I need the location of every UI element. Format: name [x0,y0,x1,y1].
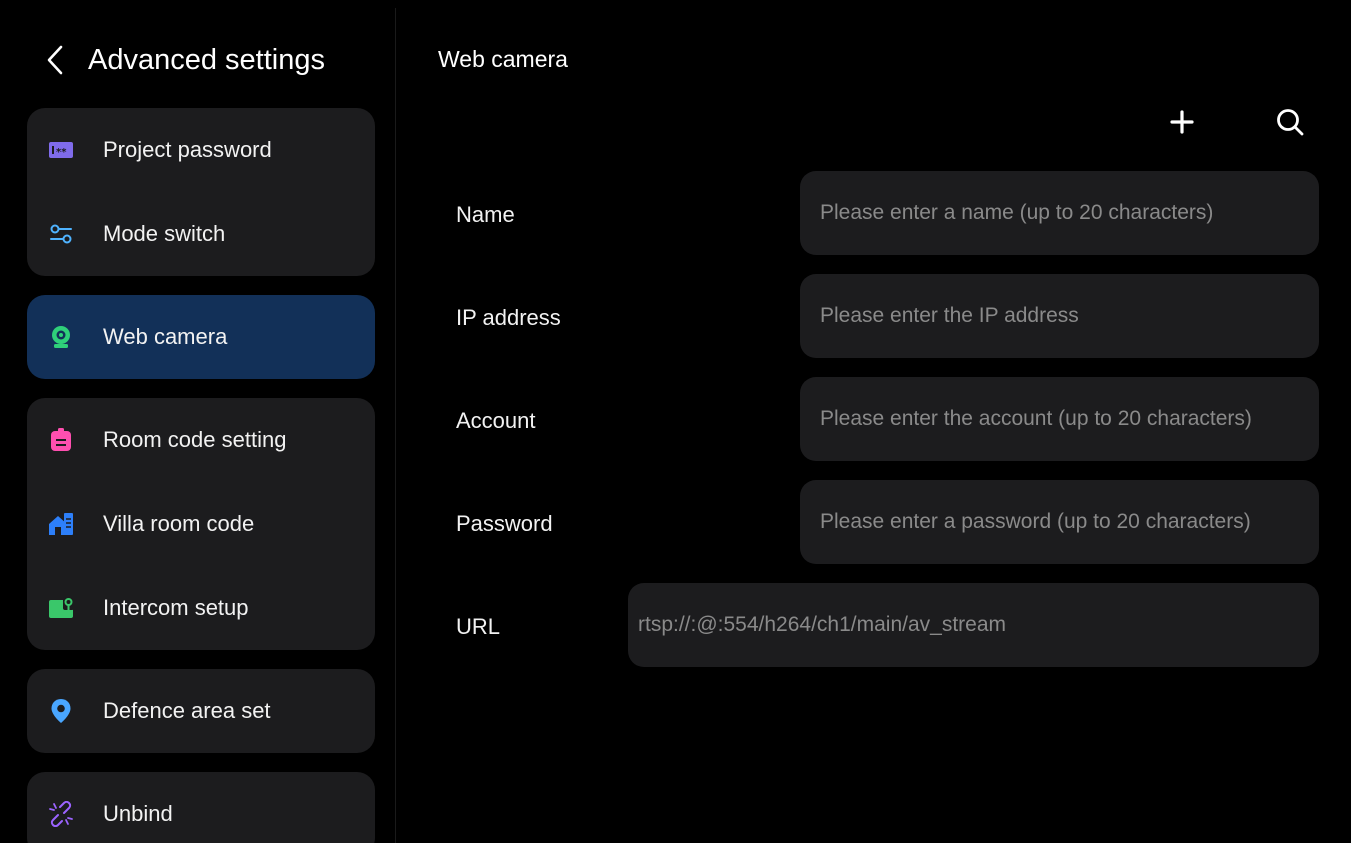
sidebar-item-project-password[interactable]: ** Project password [27,118,375,182]
sidebar-item-defence-area-set[interactable]: Defence area set [27,679,375,743]
ip-address-label: IP address [456,305,561,330]
intercom-icon [48,595,74,621]
sidebar-item-label: Villa room code [103,511,255,536]
svg-text:**: ** [56,147,67,158]
sidebar-item-unbind[interactable]: Unbind [27,782,375,843]
unlink-icon [48,801,74,827]
password-label: Password [456,511,553,536]
url-input[interactable] [628,583,1319,667]
sliders-icon [48,221,74,247]
sidebar-item-label: Unbind [103,801,173,826]
search-icon [1277,109,1304,136]
ip-address-input[interactable] [800,274,1319,358]
url-label: URL [456,614,501,639]
sidebar-item-room-code-setting[interactable]: Room code setting [27,408,375,472]
sidebar-item-label: Room code setting [103,427,287,452]
plus-icon [1170,110,1194,134]
location-pin-icon [48,698,74,724]
sidebar-header: Advanced settings [8,8,395,108]
main-panel: Web camera Name IP address Account Passw… [396,8,1351,843]
settings-group-unbind: Unbind [27,772,375,843]
settings-group-camera: Web camera [27,295,375,379]
page-title: Advanced settings [88,44,325,76]
chevron-left-icon [47,45,63,75]
app-frame: Advanced settings ** Project password Mo… [8,8,1351,843]
sidebar: Advanced settings ** Project password Mo… [8,8,396,843]
name-input[interactable] [800,171,1319,255]
sidebar-item-mode-switch[interactable]: Mode switch [27,202,375,266]
webcam-icon [48,324,74,350]
account-label: Account [456,408,536,433]
back-button[interactable] [40,40,70,80]
account-input[interactable] [800,377,1319,461]
sidebar-item-label: Mode switch [103,221,226,246]
section-title: Web camera [438,46,568,72]
clipboard-icon [48,427,74,453]
password-icon: ** [48,137,74,163]
password-input[interactable] [800,480,1319,564]
sidebar-item-label: Intercom setup [103,595,249,620]
sidebar-item-label: Project password [103,137,272,162]
sidebar-item-label: Web camera [103,324,228,349]
settings-group-defence: Defence area set [27,669,375,753]
settings-group-room: Room code setting Villa room code Interc… [27,398,375,650]
sidebar-item-villa-room-code[interactable]: Villa room code [27,492,375,556]
sidebar-item-web-camera[interactable]: Web camera [27,305,375,369]
search-button[interactable] [1270,102,1310,142]
house-icon [48,511,74,537]
add-button[interactable] [1162,102,1202,142]
settings-group-security: ** Project password Mode switch [27,108,375,276]
sidebar-item-label: Defence area set [103,698,271,723]
sidebar-item-intercom-setup[interactable]: Intercom setup [27,576,375,640]
name-label: Name [456,202,515,227]
